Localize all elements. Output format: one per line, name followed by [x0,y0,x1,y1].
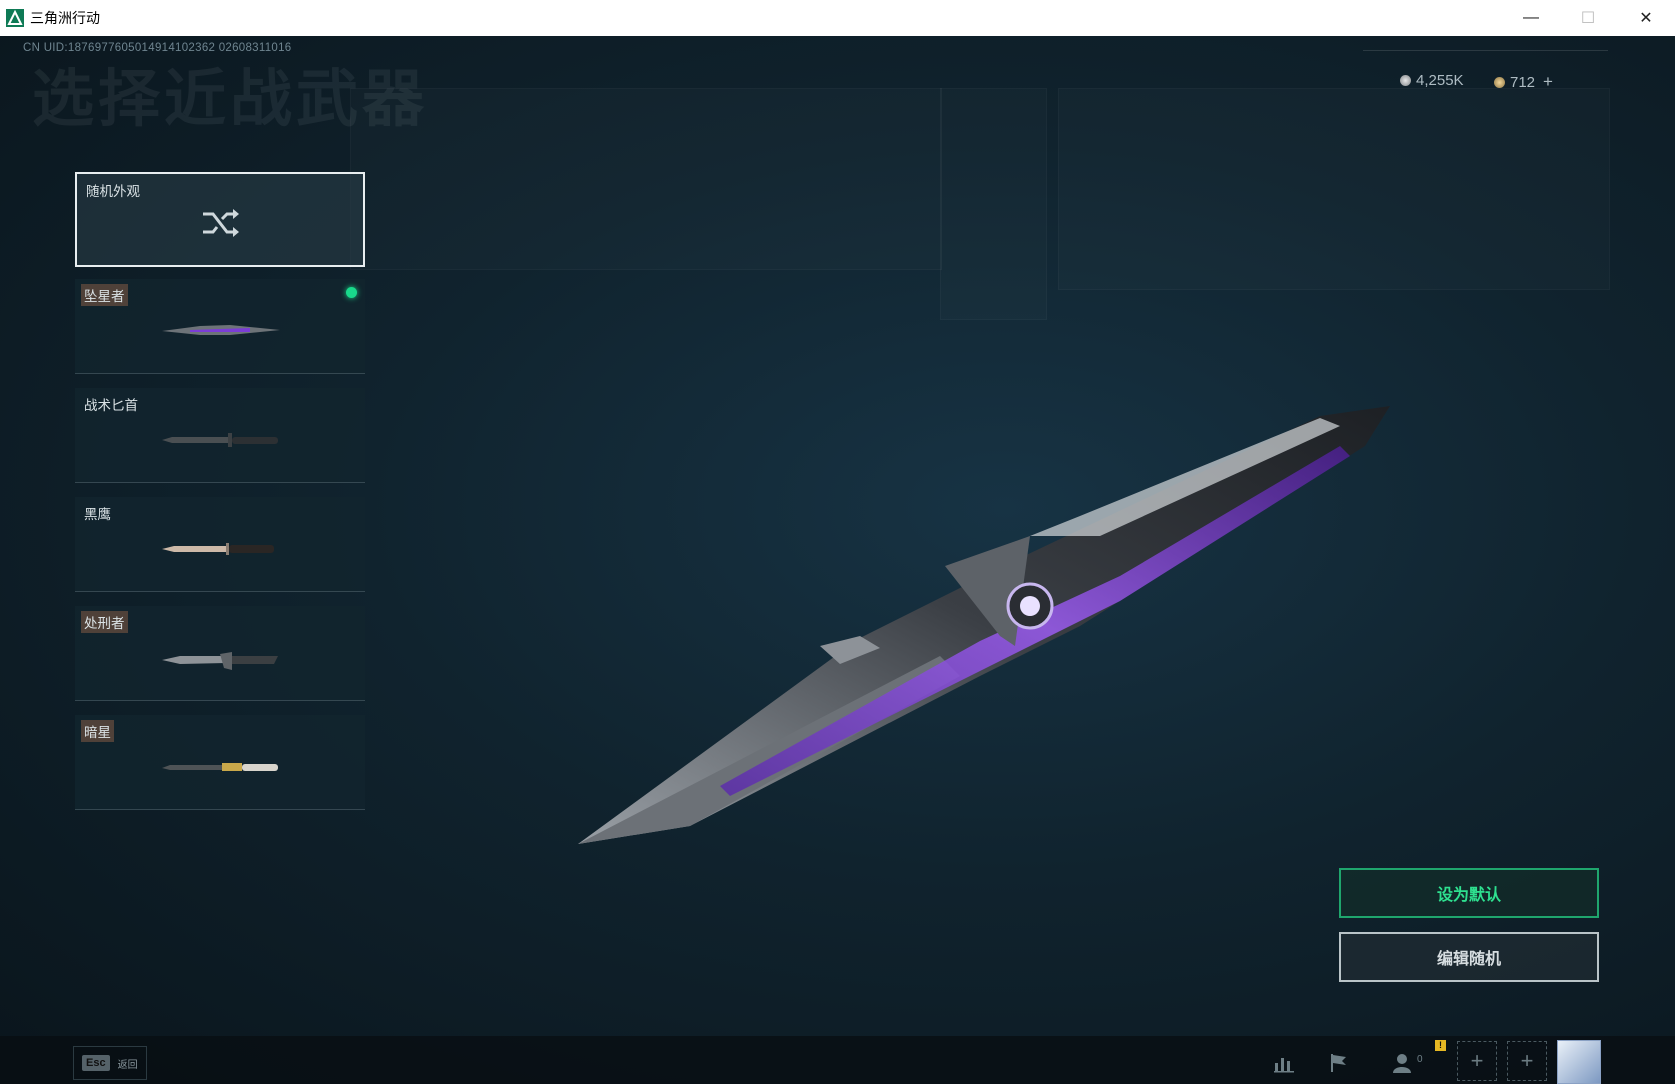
tickets-value: 712 [1510,73,1536,91]
avatar[interactable] [1557,1040,1601,1084]
card-label: 战术匕首 [84,398,138,413]
minimize-button[interactable]: — [1505,0,1557,36]
edit-random-button[interactable]: 编辑随机 [1339,932,1599,982]
currency-tickets: 712 + [1494,72,1553,92]
knife-thumbnail [162,433,278,447]
currency-coins: 4,255K [1400,72,1464,89]
friends-count: 0 [1417,1054,1423,1065]
card-label: 处刑者 [81,611,128,633]
back-button[interactable]: Esc 返回 [73,1046,147,1080]
set-default-button[interactable]: 设为默认 [1339,868,1599,918]
ticket-icon [1494,76,1505,88]
maximize-button[interactable]: ☐ [1562,0,1614,36]
back-label: 返回 [117,1059,138,1071]
add-currency-button[interactable]: + [1543,72,1553,92]
background-panel [940,88,1047,320]
esc-key-icon: Esc [82,1055,110,1071]
card-weapon[interactable]: 黑鹰 [75,497,365,592]
window-title: 三角洲行动 [30,10,100,26]
card-label: 坠星者 [81,284,128,306]
close-button[interactable]: ✕ [1620,0,1672,36]
bottom-bar: Esc 返回 0 ! + + [0,1036,1675,1084]
top-divider [1363,50,1608,51]
card-weapon[interactable]: 战术匕首 [75,388,365,483]
app-logo-icon [6,9,24,27]
invite-slot-button[interactable]: + [1457,1041,1497,1081]
card-label: 暗星 [81,720,114,742]
card-random-appearance[interactable]: 随机外观 [75,172,365,267]
card-weapon[interactable]: 坠星者 [75,279,365,374]
background-panel [1058,88,1610,290]
game-viewport: CN UID:1876977605014914102362 0260831101… [0,36,1675,1084]
friends-icon [1393,1054,1411,1073]
window-titlebar: 三角洲行动 — ☐ ✕ [0,0,1675,36]
page-title: 选择近战武器 [32,65,429,134]
card-weapon[interactable]: 暗星 [75,715,365,810]
minimize-icon: — [1523,9,1539,26]
card-label: 黑鹰 [84,507,111,522]
card-weapon[interactable]: 处刑者 [75,606,365,701]
stats-button[interactable] [1267,1046,1301,1080]
maximize-icon: ☐ [1580,10,1596,27]
background-panel [350,88,942,270]
card-label: 随机外观 [86,184,140,199]
knife-thumbnail [162,325,280,335]
bar-chart-icon [1274,1058,1294,1073]
plus-icon: + [1470,1048,1484,1073]
friends-button[interactable] [1385,1046,1419,1080]
knife-thumbnail [162,763,278,771]
knife-preview-render [578,406,1390,844]
missions-button[interactable] [1322,1046,1356,1080]
flag-icon [1331,1054,1346,1072]
knife-thumbnail [162,543,274,555]
knife-thumbnail [162,652,278,670]
coin-icon [1400,75,1411,86]
selected-indicator [346,287,357,298]
shuffle-icon [203,209,239,237]
warning-badge: ! [1435,1040,1446,1051]
plus-icon: + [1520,1048,1534,1073]
invite-slot-button[interactable]: + [1507,1041,1547,1081]
close-icon: ✕ [1639,10,1653,27]
coins-value: 4,255K [1416,72,1464,89]
